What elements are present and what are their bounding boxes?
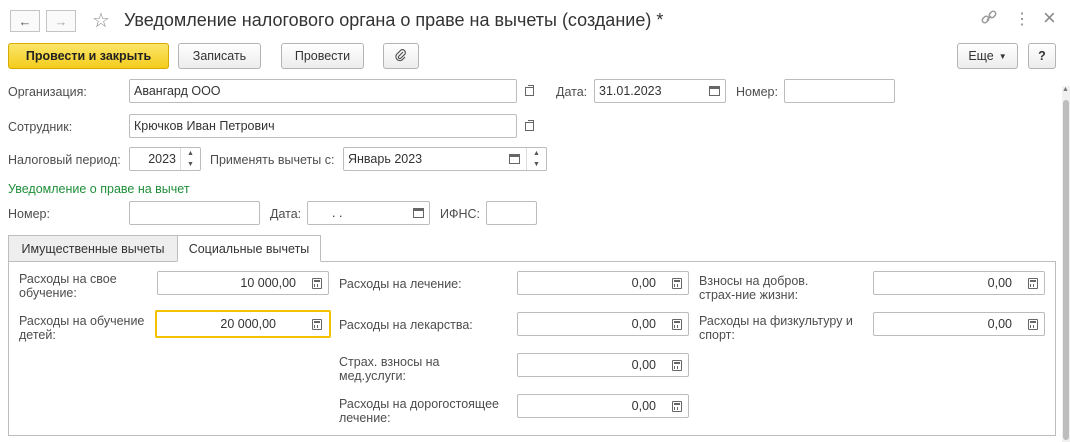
calendar-icon	[708, 86, 720, 96]
employee-open-button[interactable]	[519, 116, 539, 136]
life-insurance-calculator-button[interactable]	[1023, 273, 1043, 293]
open-icon	[524, 119, 534, 131]
favorite-star-icon[interactable]: ☆	[92, 8, 110, 33]
organization-open-button[interactable]	[519, 81, 539, 101]
life-insurance-label: Взносы на добров. страх-ние жизни:	[699, 274, 809, 302]
attach-button[interactable]	[383, 43, 419, 69]
save-button[interactable]: Записать	[178, 43, 261, 69]
organization-field[interactable]: Авангард ООО	[129, 79, 517, 103]
apply-from-calendar-button[interactable]	[504, 149, 524, 169]
life-insurance-field[interactable]: 0,00	[873, 271, 1045, 295]
more-menu-button[interactable]: Еще ▼	[957, 43, 1018, 69]
date-calendar-button[interactable]	[704, 81, 724, 101]
ifns-field[interactable]	[486, 201, 537, 225]
stepper-down-icon[interactable]: ▼	[527, 159, 546, 170]
calculator-icon	[1028, 318, 1038, 330]
medicine-field[interactable]: 0,00	[517, 312, 689, 336]
tax-period-label: Налоговый период:	[8, 153, 121, 167]
calculator-icon	[672, 277, 682, 289]
notice-date-label: Дата:	[270, 207, 302, 221]
own-education-calculator-button[interactable]	[307, 273, 327, 293]
link-icon[interactable]	[980, 9, 998, 27]
expensive-treatment-calculator-button[interactable]	[667, 396, 687, 416]
notice-date-calendar-button[interactable]	[408, 203, 428, 223]
arrow-left-icon: ←	[18, 13, 32, 29]
calculator-icon	[312, 318, 322, 330]
scroll-up-arrow-icon[interactable]: ▲	[1062, 86, 1069, 93]
calculator-icon	[312, 277, 322, 289]
children-education-calculator-button[interactable]	[307, 314, 327, 334]
tab-social-deductions[interactable]: Социальные вычеты	[177, 235, 321, 262]
sport-expenses-label: Расходы на физкультуру и спорт:	[699, 314, 853, 342]
treatment-label: Расходы на лечение:	[339, 277, 462, 291]
post-button[interactable]: Провести	[281, 43, 364, 69]
scrollbar-thumb[interactable]	[1063, 100, 1069, 440]
medicine-calculator-button[interactable]	[667, 314, 687, 334]
apply-from-stepper[interactable]: ▲ ▼	[526, 148, 546, 170]
expensive-treatment-field[interactable]: 0,00	[517, 394, 689, 418]
more-menu-label: Еще	[968, 49, 994, 63]
employee-label: Сотрудник:	[8, 120, 73, 134]
back-button[interactable]: ←	[10, 10, 40, 32]
notice-section-title: Уведомление о праве на вычет	[8, 182, 190, 196]
chevron-down-icon: ▼	[998, 51, 1007, 61]
own-education-label: Расходы на свое обучение:	[19, 272, 117, 300]
stepper-down-icon[interactable]: ▼	[181, 159, 200, 170]
treatment-calculator-button[interactable]	[667, 273, 687, 293]
expensive-treatment-label: Расходы на дорогостоящее лечение:	[339, 397, 499, 425]
help-button[interactable]: ?	[1028, 43, 1056, 69]
own-education-field[interactable]: 10 000,00	[157, 271, 329, 295]
organization-label: Организация:	[8, 85, 87, 99]
tab-property-deductions[interactable]: Имущественные вычеты	[8, 235, 178, 262]
medical-insurance-label: Страх. взносы на мед.услуги:	[339, 355, 440, 383]
forward-button[interactable]: →	[46, 10, 76, 32]
children-education-field[interactable]: 20 000,00	[155, 310, 331, 338]
calculator-icon	[1028, 277, 1038, 289]
date-label: Дата:	[556, 85, 588, 99]
calculator-icon	[672, 318, 682, 330]
employee-field[interactable]: Крючков Иван Петрович	[129, 114, 517, 138]
apply-from-label: Применять вычеты с:	[210, 153, 335, 167]
sport-expenses-field[interactable]: 0,00	[873, 312, 1045, 336]
treatment-field[interactable]: 0,00	[517, 271, 689, 295]
arrow-right-icon: →	[54, 13, 68, 29]
number-label: Номер:	[736, 85, 778, 99]
open-icon	[524, 84, 534, 96]
close-icon[interactable]: ×	[1043, 5, 1056, 31]
notice-number-label: Номер:	[8, 207, 50, 221]
calculator-icon	[672, 400, 682, 412]
more-vertical-icon[interactable]: ⋮	[1014, 9, 1030, 29]
ifns-label: ИФНС:	[440, 207, 481, 221]
tax-period-stepper[interactable]: ▲ ▼	[180, 148, 200, 170]
page-title: Уведомление налогового органа о праве на…	[124, 10, 664, 30]
scrollbar[interactable]	[1062, 86, 1070, 442]
calendar-icon	[412, 208, 424, 218]
children-education-label: Расходы на обучение детей:	[19, 314, 145, 342]
calendar-icon	[508, 154, 520, 164]
calculator-icon	[672, 359, 682, 371]
medicine-label: Расходы на лекарства:	[339, 318, 473, 332]
paperclip-icon	[394, 48, 408, 65]
medical-insurance-field[interactable]: 0,00	[517, 353, 689, 377]
stepper-up-icon[interactable]: ▲	[181, 148, 200, 159]
number-field[interactable]	[784, 79, 895, 103]
sport-expenses-calculator-button[interactable]	[1023, 314, 1043, 334]
stepper-up-icon[interactable]: ▲	[527, 148, 546, 159]
post-and-close-button[interactable]: Провести и закрыть	[8, 43, 169, 69]
notice-number-field[interactable]	[129, 201, 260, 225]
medical-insurance-calculator-button[interactable]	[667, 355, 687, 375]
